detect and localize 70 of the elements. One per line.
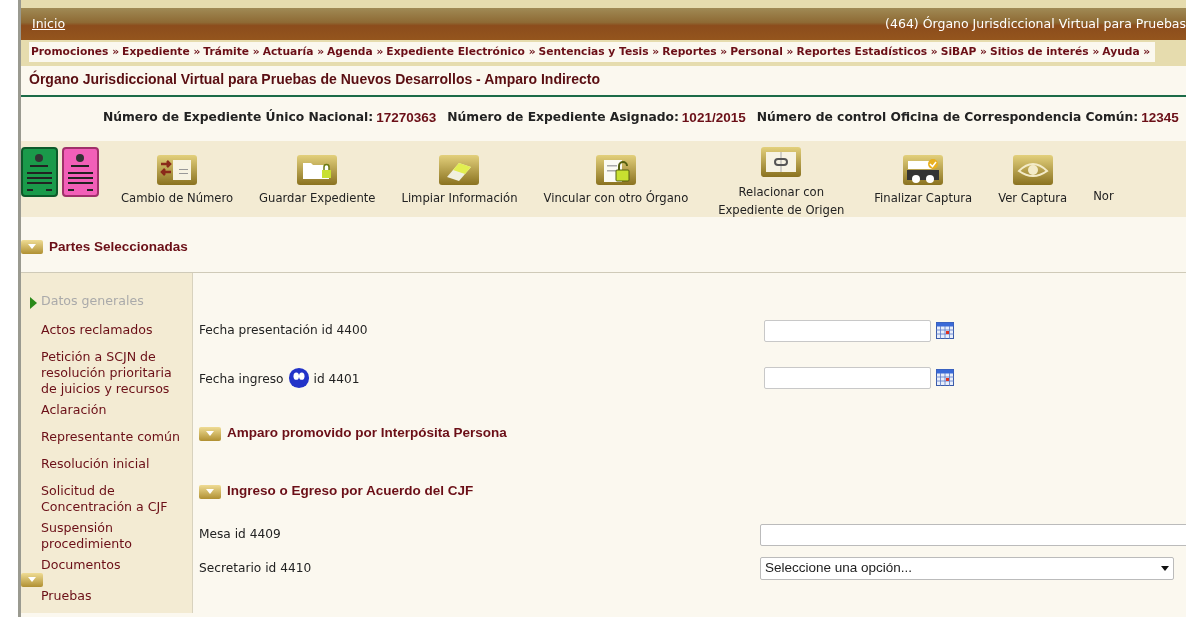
text-field[interactable]	[760, 523, 1186, 546]
document-button[interactable]	[62, 147, 99, 198]
toolbar-button[interactable]: Guardar Expediente	[259, 147, 376, 208]
info-label: Número de control Oficina de Correspondencia Común:	[756, 109, 1139, 127]
toolbar-button[interactable]: Nor	[1093, 147, 1114, 206]
section-title: Amparo promovido por Interpósita Persona	[227, 424, 507, 443]
date-field[interactable]	[764, 366, 931, 389]
document-icon	[21, 147, 58, 198]
select-field[interactable]: Seleccione una opción...	[760, 557, 1174, 581]
section-title: Partes Seleccionadas	[49, 238, 188, 257]
sidebar-item[interactable]: Resolución inicial	[21, 455, 192, 472]
field-label: Fecha ingreso	[199, 371, 284, 389]
caret-icon	[1161, 566, 1169, 572]
sidebar-item[interactable]: Solicitud de Concentración a CJF	[21, 482, 192, 515]
collapse-icon	[21, 240, 43, 255]
menu-link[interactable]: Agenda »	[327, 44, 384, 61]
toolbar-button[interactable]: Finalizar Captura	[874, 147, 973, 208]
document-button[interactable]	[21, 147, 58, 198]
toolbar-button[interactable]: Vincular con otro Órgano	[543, 147, 689, 208]
page-title: Órgano Jurisdiccional Virtual para Pruebas de Nuevos Desarrollos - Amparo Indirecto	[21, 66, 1186, 98]
menu-link[interactable]: Expediente Electrónico »	[386, 44, 536, 61]
eraser-icon	[439, 155, 480, 186]
field-label: Mesa id 4409	[199, 526, 281, 544]
sidebar-item[interactable]: Actos reclamados	[21, 321, 192, 338]
toolbar-button[interactable]: Cambio de Número	[121, 147, 234, 208]
collapse-icon	[199, 426, 221, 441]
collapse-icon	[199, 484, 221, 499]
collapse-icon	[21, 572, 43, 587]
section-title: Ingreso o Egreso por Acuerdo del CJF	[227, 482, 474, 501]
folder-lock-icon	[297, 155, 338, 186]
menu-link[interactable]: Promociones »	[31, 44, 120, 61]
calendar-icon	[936, 369, 954, 387]
keyboard-check-icon	[903, 155, 944, 186]
menu-link[interactable]: Actuaría »	[262, 44, 325, 61]
date-field[interactable]	[764, 319, 931, 342]
info-value: 17270363	[376, 109, 437, 128]
info-label: Número de Expediente Único Nacional:	[103, 108, 374, 127]
menu-link[interactable]: Personal »	[730, 44, 794, 61]
toolbar-button[interactable]: Relacionar con Expediente de Origen	[714, 147, 849, 220]
menu-link[interactable]: Sentencias y Tesis »	[538, 44, 660, 61]
menu-link[interactable]: Sitios de interés »	[989, 44, 1100, 61]
eye-icon	[1012, 155, 1053, 186]
sidebar-item[interactable]: Aclaración	[21, 401, 192, 418]
sidebar-item[interactable]: Pruebas	[21, 587, 192, 604]
organization-title: (464) Órgano Jurisdiccional Virtual para Pruebas	[885, 14, 1186, 33]
sidebar-item[interactable]: Petición a SCJN de resolución prioritaria de juicios y recursos	[21, 348, 192, 397]
sidebar-item[interactable]: Suspensión procedimiento	[21, 519, 192, 552]
menu-link[interactable]: Expediente »	[122, 44, 201, 61]
info-value: 12345	[1141, 109, 1179, 128]
info-label: Número de Expediente Asignado:	[447, 109, 679, 127]
toolbar-button[interactable]: Ver Captura	[998, 147, 1068, 208]
calendar-icon	[936, 322, 954, 340]
toolbar-button[interactable]: Limpiar Información	[401, 147, 518, 208]
menu-link[interactable]: Reportes Estadísticos »	[796, 44, 938, 61]
menu-link[interactable]: SiBAP »	[940, 44, 987, 61]
menu-link[interactable]: Trámite »	[203, 44, 260, 61]
menu-link[interactable]: Ayuda »	[1102, 44, 1151, 61]
number-swap-icon	[157, 155, 198, 186]
home-link[interactable]: Inicio	[32, 14, 66, 34]
unlocked-padlock-icon	[595, 155, 636, 186]
field-label: id 4401	[313, 371, 360, 389]
field-label: Secretario id 4410	[199, 560, 312, 578]
info-value: 1021/2015	[681, 109, 746, 128]
arrow-icon	[30, 297, 37, 310]
menu-link[interactable]: Reportes »	[662, 44, 728, 61]
document-icon	[62, 147, 99, 198]
sidebar-item[interactable]: Representante común	[21, 428, 192, 445]
field-label: Fecha presentación id 4400	[199, 322, 368, 340]
sidebar-item[interactable]: Documentos	[21, 556, 192, 573]
book-link-icon	[761, 147, 802, 178]
